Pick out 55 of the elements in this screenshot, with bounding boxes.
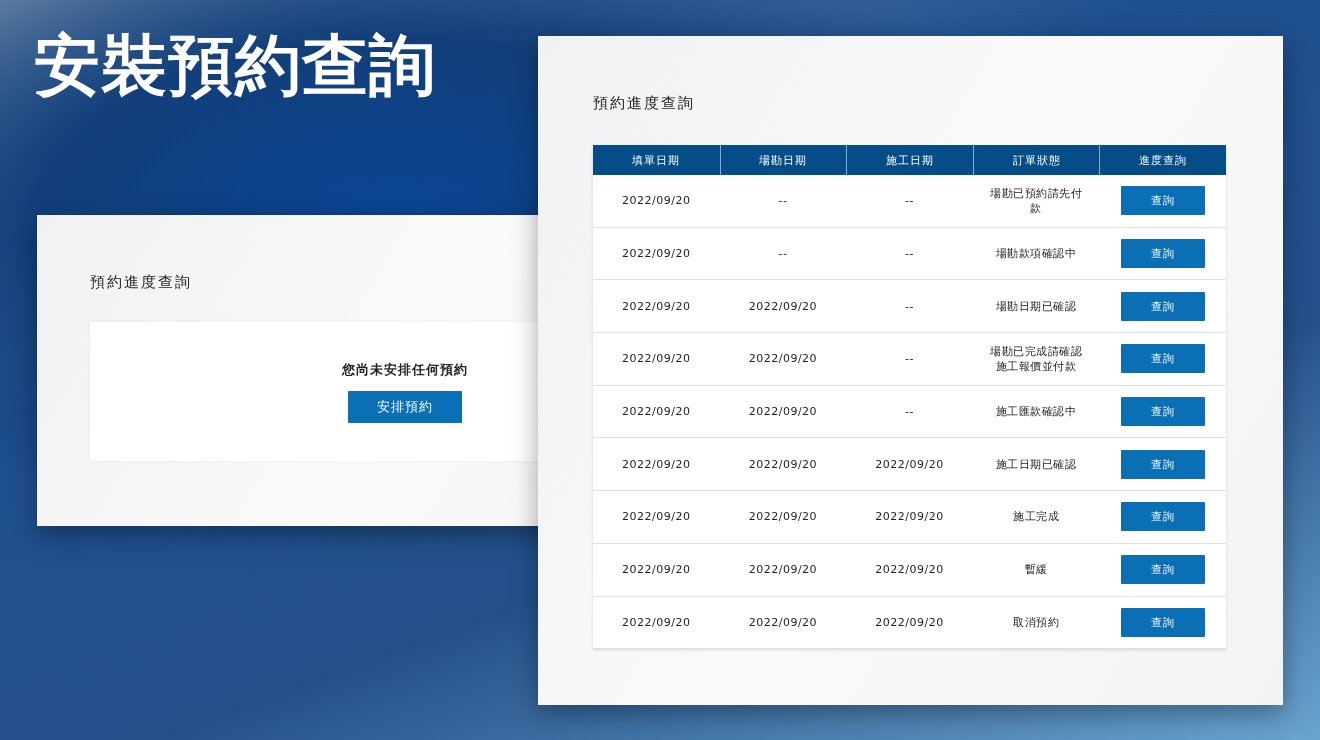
column-header: 訂單狀態 <box>972 145 1100 175</box>
query-button[interactable]: 查詢 <box>1120 344 1205 374</box>
table-cell: -- <box>778 247 788 261</box>
table-cell: 2022/09/20 <box>622 457 691 471</box>
table-cell: 2022/09/20 <box>875 563 944 577</box>
table-cell: -- <box>905 299 914 313</box>
column-header: 場勘日期 <box>719 145 847 175</box>
table-cell: -- <box>905 194 914 208</box>
schedule-button[interactable]: 安排預約 <box>348 391 462 423</box>
table-cell: 取消預約 <box>1013 614 1060 630</box>
table-cell: 2022/09/20 <box>622 510 691 524</box>
query-button[interactable]: 查詢 <box>1120 607 1205 637</box>
table-cell: -- <box>905 352 914 366</box>
table-cell: 2022/09/20 <box>748 352 818 366</box>
table-cell: 施工完成 <box>1013 509 1060 525</box>
table-cell: 2022/09/20 <box>622 352 691 366</box>
query-button[interactable]: 查詢 <box>1120 239 1205 269</box>
table-cell: 2022/09/20 <box>748 563 818 577</box>
table-cell: 2022/09/20 <box>622 247 691 261</box>
table-cell: 場勘款項確認中 <box>995 246 1077 262</box>
table-cell: 2022/09/20 <box>622 194 691 208</box>
query-button[interactable]: 查詢 <box>1120 502 1205 532</box>
page-title: 安裝預約查詢 <box>34 30 436 103</box>
table-cell: 2022/09/20 <box>622 563 691 577</box>
table-cell: 場勘日期已確認 <box>995 298 1077 314</box>
table-cell: 2022/09/20 <box>875 615 944 629</box>
table-cell: 2022/09/20 <box>622 299 691 313</box>
table-cell: 施工匯款確認中 <box>995 404 1077 420</box>
table-cell: 2022/09/20 <box>875 510 944 524</box>
table-cell: 2022/09/20 <box>748 615 818 629</box>
query-button[interactable]: 查詢 <box>1120 186 1205 216</box>
panel-heading: 預約進度查詢 <box>90 273 193 292</box>
query-button[interactable]: 查詢 <box>1120 291 1205 321</box>
table-cell: -- <box>778 194 788 208</box>
table-cell: 2022/09/20 <box>875 457 944 471</box>
empty-message: 您尚未安排任何預約 <box>342 362 468 379</box>
column-header: 施工日期 <box>846 145 973 175</box>
table-cell: 2022/09/20 <box>748 457 818 471</box>
table-cell: -- <box>905 247 914 261</box>
table-cell: -- <box>905 405 914 419</box>
table-cell: 施工日期已確認 <box>995 456 1077 472</box>
table-cell: 2022/09/20 <box>622 405 691 419</box>
query-button[interactable]: 查詢 <box>1120 555 1205 585</box>
panel-heading: 預約進度查詢 <box>593 94 696 113</box>
table-cell: 2022/09/20 <box>622 615 691 629</box>
table-cell-text: 場勘已預約請先付款 <box>989 185 1084 216</box>
table-cell: 2022/09/20 <box>748 510 818 524</box>
query-button[interactable]: 查詢 <box>1120 449 1205 479</box>
table-cell-text: 場勘已完成請確認施工報價並付款 <box>989 343 1084 374</box>
table-cell: 暫緩 <box>1024 562 1048 578</box>
column-header: 進度查詢 <box>1099 145 1226 175</box>
column-header: 填單日期 <box>631 152 682 169</box>
table-cell: 2022/09/20 <box>748 405 818 419</box>
table-cell: 2022/09/20 <box>748 299 818 313</box>
query-button[interactable]: 查詢 <box>1120 397 1205 427</box>
